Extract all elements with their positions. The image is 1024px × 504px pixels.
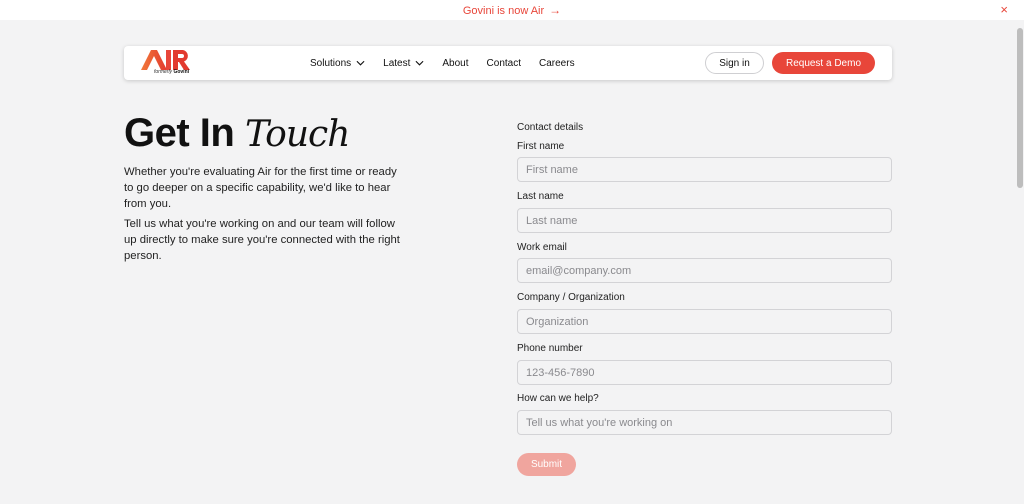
page-title: Get In Touch xyxy=(124,110,350,158)
close-icon[interactable]: × xyxy=(1000,3,1008,17)
page-title-main: Get In xyxy=(124,111,235,155)
intro-paragraph-1: Whether you're evaluating Air for the fi… xyxy=(124,166,397,210)
help-label: How can we help? xyxy=(517,393,599,404)
form-heading: Contact details xyxy=(517,122,584,133)
sign-in-button[interactable]: Sign in xyxy=(705,52,764,74)
first-name-input[interactable] xyxy=(517,157,892,182)
last-name-label: Last name xyxy=(517,191,564,202)
nav-item-about[interactable]: About xyxy=(442,58,468,69)
nav-links: Solutions Latest About Contact Careers xyxy=(310,46,593,80)
help-input[interactable] xyxy=(517,410,892,435)
announcement-link[interactable]: Govini is now Air → xyxy=(463,3,561,17)
last-name-input[interactable] xyxy=(517,208,892,233)
request-demo-button[interactable]: Request a Demo xyxy=(772,52,875,74)
company-input[interactable] xyxy=(517,309,892,334)
first-name-label: First name xyxy=(517,141,565,152)
logo-tagline: formerly Govini xyxy=(154,69,190,75)
nav-item-contact[interactable]: Contact xyxy=(487,58,521,69)
navbar: formerly Govini Solutions Latest About C… xyxy=(124,46,892,80)
submit-button[interactable]: Submit xyxy=(517,453,576,476)
nav-item-careers[interactable]: Careers xyxy=(539,58,575,69)
phone-input[interactable] xyxy=(517,360,892,385)
page-title-italic: Touch xyxy=(244,114,350,155)
nav-item-solutions[interactable]: Solutions xyxy=(310,58,365,69)
scrollbar-thumb[interactable] xyxy=(1017,28,1023,188)
arrow-right-icon: → xyxy=(549,3,562,17)
work-email-label: Work email xyxy=(517,242,567,253)
company-label: Company / Organization xyxy=(517,292,625,303)
phone-label: Phone number xyxy=(517,343,583,354)
chevron-down-icon xyxy=(356,60,365,66)
announcement-text[interactable]: Govini is now Air xyxy=(463,5,544,17)
announcement-bar: Govini is now Air → × xyxy=(0,0,1024,20)
nav-item-latest[interactable]: Latest xyxy=(383,58,424,69)
intro-paragraph-2: Tell us what you're working on and our t… xyxy=(124,218,400,262)
work-email-input[interactable] xyxy=(517,258,892,283)
logo[interactable]: formerly Govini xyxy=(140,49,200,77)
air-logo-icon xyxy=(141,50,190,70)
chevron-down-icon xyxy=(415,60,424,66)
page-scrollbar[interactable] xyxy=(1016,20,1024,504)
